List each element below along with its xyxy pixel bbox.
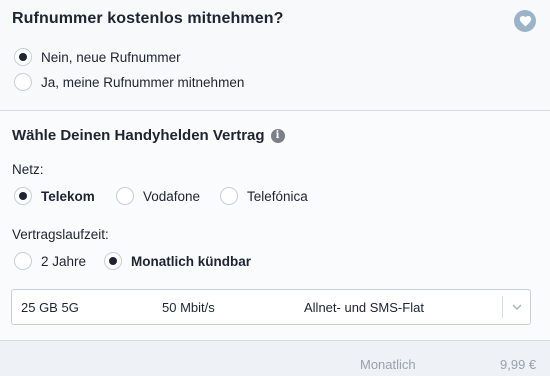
tariff-speed: 50 Mbit/s [162,300,215,315]
tariff-data-volume: 25 GB 5G [21,300,79,315]
select-divider [502,296,503,318]
favorite-button[interactable] [514,10,536,32]
term-option-monthly[interactable]: Monatlich kündbar [104,252,251,270]
contract-title-text: Wähle Deinen Handyhelden Vertrag [12,127,265,144]
radio-label: Vodafone [143,188,201,204]
network-label: Netz: [12,162,44,177]
tariff-select[interactable]: 25 GB 5G 50 Mbit/s Allnet- und SMS-Flat [11,289,531,325]
price-footer: Monatlich 9,99 € [0,340,550,376]
radio-button[interactable] [14,252,32,270]
tariff-flat: Allnet- und SMS-Flat [304,300,424,315]
radio-label: Telekom [41,188,95,204]
network-option-telekom[interactable]: Telekom [14,187,95,205]
radio-label: Ja, meine Rufnummer mitnehmen [41,74,245,90]
radio-button[interactable] [220,187,238,205]
radio-button[interactable] [104,252,122,270]
contract-title: Wähle Deinen Handyhelden Vertrag i [12,127,285,144]
radio-label: Monatlich kündbar [131,253,252,269]
porting-option-keep[interactable]: Ja, meine Rufnummer mitnehmen [14,73,244,91]
section-divider [0,110,550,111]
radio-label: Nein, neue Rufnummer [41,49,181,65]
porting-option-new[interactable]: Nein, neue Rufnummer [14,48,181,66]
radio-button[interactable] [14,48,32,66]
term-option-2-years[interactable]: 2 Jahre [14,252,86,270]
chevron-down-icon[interactable] [510,300,524,314]
monthly-label: Monatlich [360,357,416,372]
radio-label: Telefónica [247,188,308,204]
term-label: Vertragslaufzeit: [12,227,109,242]
radio-button[interactable] [14,73,32,91]
radio-button[interactable] [14,187,32,205]
radio-label: 2 Jahre [41,253,87,269]
radio-button[interactable] [116,187,134,205]
info-icon[interactable]: i [270,128,285,143]
porting-title: Rufnummer kostenlos mitnehmen? [12,10,284,27]
network-option-telefonica[interactable]: Telefónica [220,187,308,205]
network-option-vodafone[interactable]: Vodafone [116,187,200,205]
monthly-price: 9,99 € [500,357,537,372]
heart-icon [519,16,531,27]
